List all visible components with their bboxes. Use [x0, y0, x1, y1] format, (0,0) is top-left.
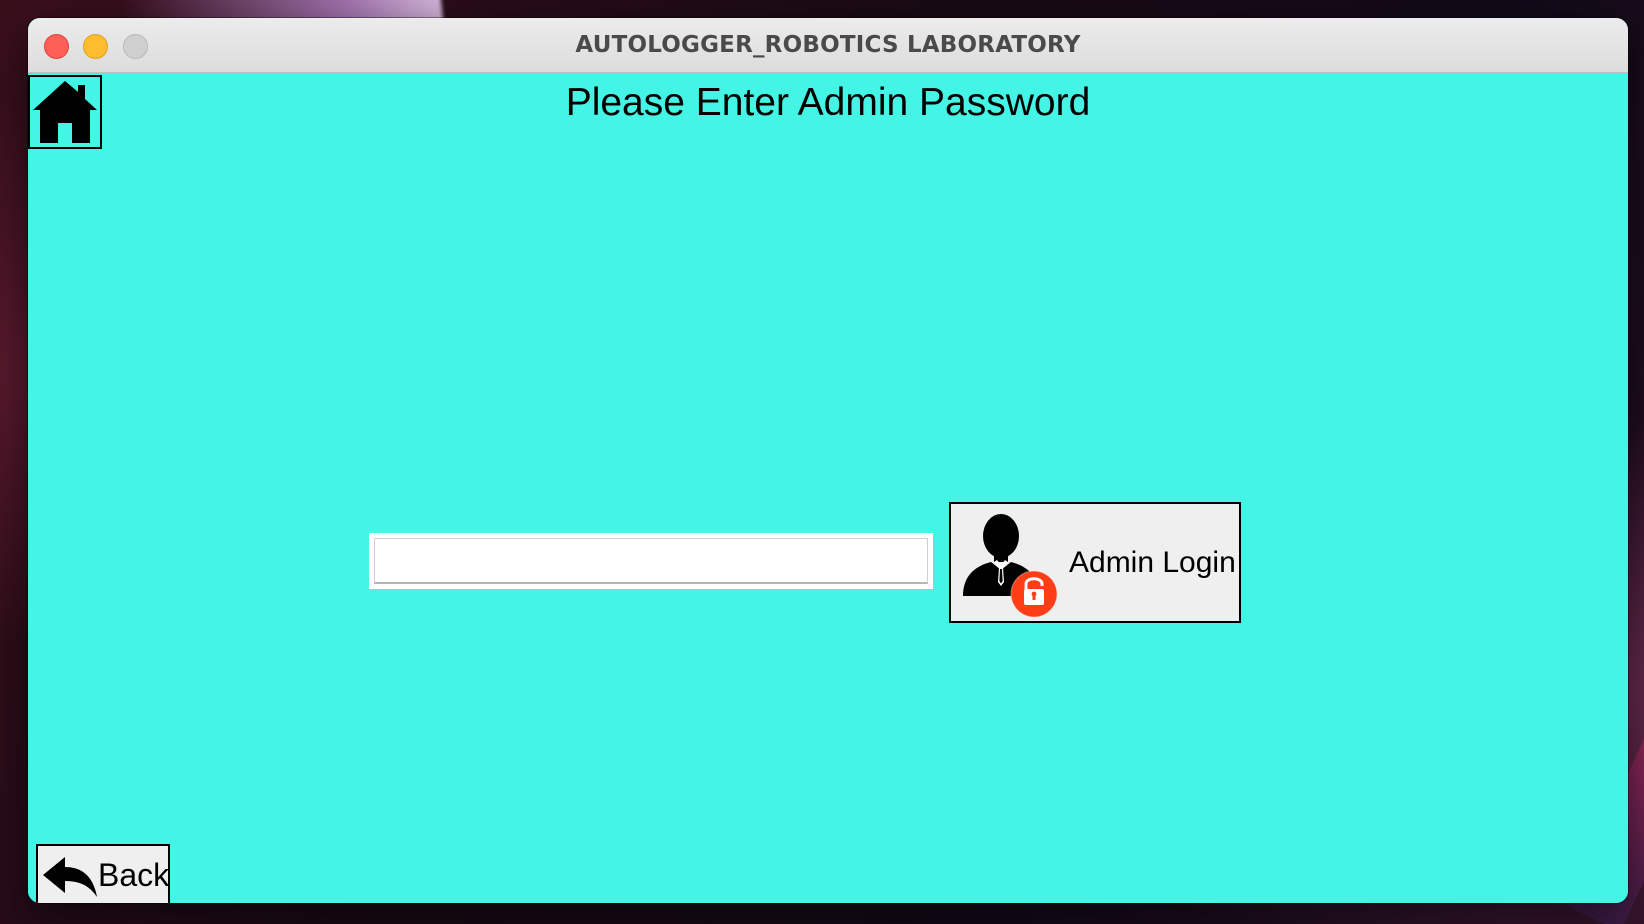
- password-field-container: [369, 533, 933, 589]
- admin-login-button[interactable]: Admin Login: [949, 502, 1241, 623]
- admin-user-lock-icon: [963, 514, 1058, 618]
- window-title: AUTOLOGGER_ROBOTICS LABORATORY: [575, 32, 1081, 58]
- back-arrow-icon: [43, 857, 97, 897]
- back-label: Back: [98, 857, 170, 893]
- page-title: Please Enter Admin Password: [565, 81, 1091, 124]
- admin-password-input[interactable]: [374, 538, 928, 584]
- back-button[interactable]: Back: [36, 844, 170, 903]
- admin-login-label: Admin Login: [1069, 546, 1236, 579]
- main-content: Please Enter Admin Password Admin Login …: [28, 73, 1628, 903]
- app-window: AUTOLOGGER_ROBOTICS LABORATORY Please En…: [28, 18, 1628, 903]
- title-bar[interactable]: AUTOLOGGER_ROBOTICS LABORATORY: [28, 18, 1628, 73]
